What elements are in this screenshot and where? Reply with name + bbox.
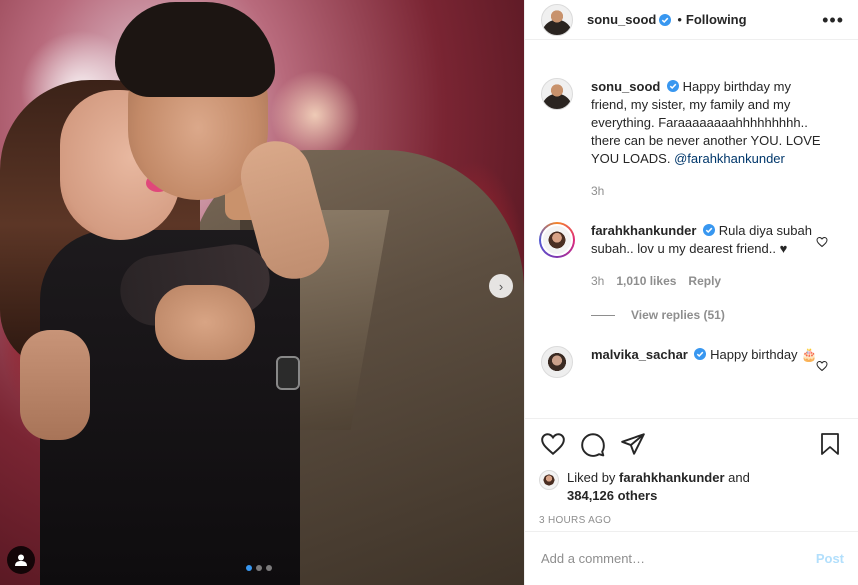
others-count[interactable]: 384,126 others: [567, 488, 657, 503]
wristwatch: [276, 356, 300, 390]
comment-time[interactable]: 3h: [591, 272, 604, 290]
header-user-info: sonu_sood • Following: [587, 12, 747, 27]
comment-likes[interactable]: 1,010 likes: [616, 272, 676, 290]
post-header: sonu_sood • Following •••: [525, 0, 858, 40]
comment-username[interactable]: malvika_sachar: [591, 347, 688, 362]
caption-body: sonu_sood Happy birthday my friend, my s…: [591, 78, 827, 200]
man-hair: [115, 2, 275, 97]
mention-link[interactable]: @farahkhankunder: [674, 151, 785, 166]
caption: sonu_sood Happy birthday my friend, my s…: [525, 78, 858, 200]
avatar[interactable]: [541, 78, 573, 110]
view-replies-button[interactable]: View replies (51): [591, 308, 858, 322]
more-options-icon[interactable]: •••: [822, 11, 844, 29]
save-button[interactable]: [816, 430, 844, 458]
instagram-post-view: › sonu_sood • Following ••• sonu_sood Ha…: [0, 0, 858, 585]
following-button[interactable]: Following: [686, 12, 747, 27]
verified-badge-icon: [703, 224, 716, 236]
verified-badge-icon: [694, 348, 707, 360]
divider-line: [591, 314, 615, 316]
comment-input[interactable]: [541, 551, 816, 566]
comment-meta: 3h 1,010 likes Reply: [591, 272, 827, 290]
likes-text: Liked by farahkhankunder and 384,126 oth…: [567, 469, 750, 505]
woman-arm: [20, 330, 90, 440]
liker-avatar[interactable]: [539, 470, 559, 490]
comment-text: Happy birthday 🎂: [710, 347, 818, 362]
comments-list: sonu_sood Happy birthday my friend, my s…: [525, 58, 858, 418]
carousel-dot-active: [246, 565, 252, 571]
liker-username[interactable]: farahkhankunder: [619, 470, 724, 485]
comment: malvika_sachar Happy birthday 🎂: [525, 346, 858, 378]
avatar[interactable]: [541, 3, 573, 36]
user-tag-icon: [15, 554, 27, 566]
verified-badge-icon: [666, 80, 679, 92]
caption-meta: 3h: [591, 182, 827, 200]
share-button[interactable]: [619, 430, 647, 458]
comment: farahkhankunder Rula diya subah subah.. …: [525, 222, 858, 290]
like-comment-heart-icon[interactable]: [816, 360, 828, 372]
post-comment-button[interactable]: Post: [816, 551, 844, 566]
post-side-panel: sonu_sood • Following ••• sonu_sood Happ…: [524, 0, 858, 585]
add-comment-bar: Post: [525, 531, 858, 585]
likes-summary: Liked by farahkhankunder and 384,126 oth…: [539, 469, 846, 505]
liked-by-label: Liked by: [567, 470, 616, 485]
avatar[interactable]: [541, 346, 573, 378]
story-ring[interactable]: [539, 222, 575, 258]
user-tag-button[interactable]: [7, 546, 35, 574]
man-hand: [155, 285, 255, 360]
reply-button[interactable]: Reply: [688, 272, 721, 290]
comment-bubble-icon: [581, 433, 605, 457]
verified-badge-icon: [659, 13, 672, 26]
view-replies-label: View replies (51): [631, 308, 725, 322]
comment-text-block: farahkhankunder Rula diya subah subah.. …: [591, 222, 827, 258]
like-button[interactable]: [539, 430, 567, 458]
carousel-dot: [266, 565, 272, 571]
avatar: [541, 224, 573, 256]
post-photo[interactable]: ›: [0, 0, 524, 585]
paper-plane-icon: [621, 433, 645, 455]
comment-text-block: malvika_sachar Happy birthday 🎂: [591, 346, 827, 364]
comment-username[interactable]: farahkhankunder: [591, 223, 696, 238]
comment-body: malvika_sachar Happy birthday 🎂: [591, 346, 827, 378]
caption-text-block: sonu_sood Happy birthday my friend, my s…: [591, 78, 827, 168]
comment-body: farahkhankunder Rula diya subah subah.. …: [591, 222, 827, 290]
action-bar: [539, 429, 846, 459]
heart-icon: [541, 433, 565, 456]
header-username[interactable]: sonu_sood: [587, 12, 656, 27]
carousel-dots: [246, 565, 272, 571]
bookmark-icon: [821, 433, 839, 455]
carousel-dot: [256, 565, 262, 571]
next-photo-button[interactable]: ›: [489, 274, 513, 298]
likes-and-label: and: [728, 470, 750, 485]
caption-time[interactable]: 3h: [591, 182, 604, 200]
caption-username[interactable]: sonu_sood: [591, 79, 660, 94]
separator-dot: •: [677, 12, 682, 27]
post-actions: Liked by farahkhankunder and 384,126 oth…: [525, 418, 858, 526]
comment-button[interactable]: [579, 430, 607, 458]
like-comment-heart-icon[interactable]: [816, 236, 828, 248]
chevron-right-icon: ›: [498, 278, 504, 294]
post-timestamp[interactable]: 3 HOURS AGO: [539, 515, 846, 526]
